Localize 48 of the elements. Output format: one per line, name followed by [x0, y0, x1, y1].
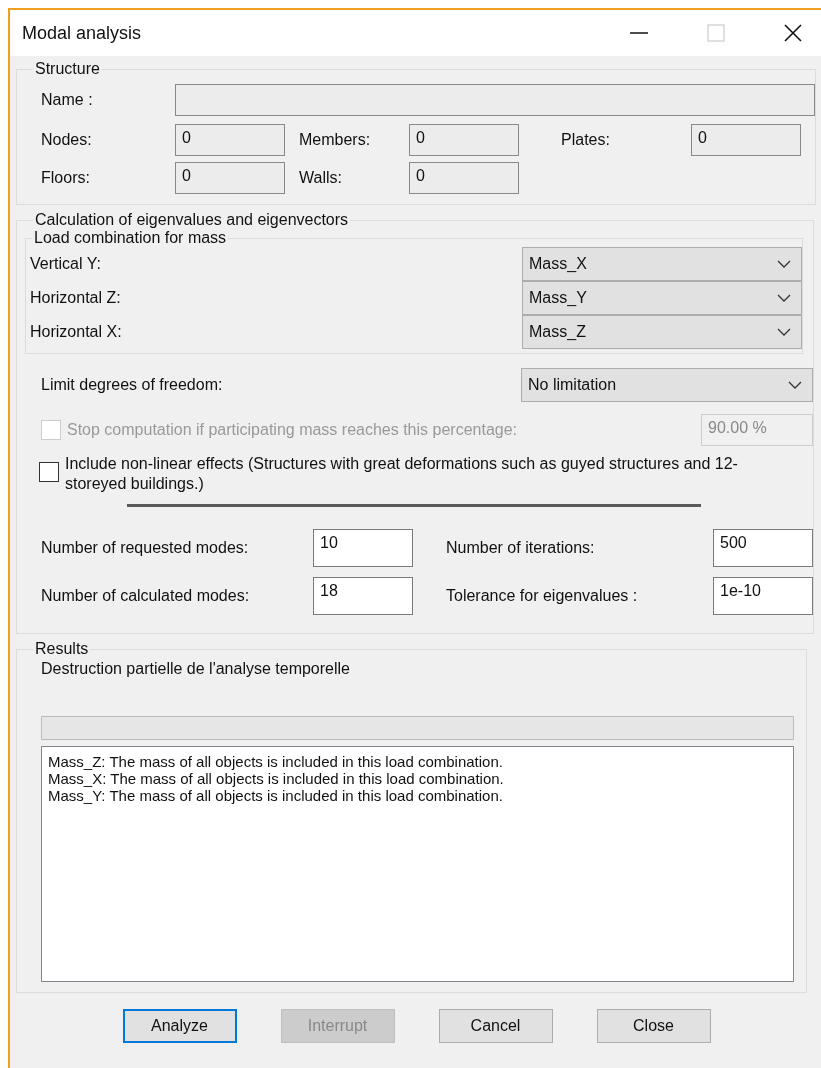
number-field[interactable]: 10 — [313, 529, 413, 567]
dropdown[interactable]: Mass_Z — [522, 315, 802, 349]
log-line: Mass_X: The mass of all objects is included in this load combination. — [48, 770, 505, 787]
field-label: Number of iterations: — [445, 539, 596, 557]
field-label: Plates: — [560, 131, 611, 149]
field-label: Floors: — [41, 169, 91, 187]
close-icon[interactable] — [783, 23, 803, 43]
field-label: Vertical Y: — [30, 255, 101, 273]
field-label: Limit degrees of freedom: — [41, 376, 223, 394]
count-field: 0 — [175, 162, 285, 194]
checkbox-label: Include non-linear effects (Structures with great deformations such as guyed structures and 12-storeyed buildings.) — [65, 454, 739, 494]
chevron-down-icon — [777, 328, 791, 336]
dialog-button[interactable]: Cancel — [438, 1009, 553, 1043]
field-label: Nodes: — [41, 131, 93, 149]
count-field: 0 — [409, 124, 519, 156]
window-title: Modal analysis — [22, 22, 142, 44]
count-field: 0 — [409, 162, 519, 194]
chevron-down-icon — [777, 260, 791, 268]
percentage-field: 90.00 % — [701, 414, 813, 446]
count-field: 0 — [691, 124, 801, 156]
dropdown[interactable]: Mass_X — [522, 247, 802, 281]
count-field: 0 — [175, 124, 285, 156]
group-title: Results — [34, 640, 90, 658]
field-label: Members: — [298, 131, 372, 149]
log-line: Mass_Y: The mass of all objects is included in this load combination. — [48, 787, 504, 804]
log-line: Mass_Z: The mass of all objects is included in this load combination. — [48, 753, 504, 770]
status-message: Destruction partielle de l'analyse temporelle — [41, 660, 351, 678]
field-label: Horizontal Z: — [30, 289, 121, 307]
field-label: Tolerance for eigenvalues : — [445, 587, 639, 605]
number-field[interactable]: 1e-10 — [713, 577, 813, 615]
dialog-button[interactable]: Close — [596, 1009, 711, 1043]
group-title: Load combination for mass — [33, 229, 228, 247]
field-label: Number of calculated modes: — [41, 587, 251, 605]
chevron-down-icon — [777, 294, 791, 302]
dropdown[interactable]: Mass_Y — [522, 281, 802, 315]
dialog-button[interactable]: Analyze — [122, 1009, 237, 1043]
number-field[interactable]: 500 — [713, 529, 813, 567]
checkbox[interactable] — [39, 462, 59, 482]
field-label: Walls: — [298, 169, 343, 187]
checkbox-label: Stop computation if participating mass reaches this percentage: — [67, 421, 519, 439]
field-label: Name : — [41, 91, 94, 109]
dropdown[interactable]: No limitation — [521, 368, 813, 402]
field-label: Number of requested modes: — [41, 539, 250, 557]
chevron-down-icon — [788, 381, 802, 389]
number-field[interactable]: 18 — [313, 577, 413, 615]
group-title: Calculation of eigenvalues and eigenvectors — [34, 211, 350, 229]
field-label: Horizontal X: — [30, 323, 122, 341]
group-title: Structure — [34, 60, 101, 78]
